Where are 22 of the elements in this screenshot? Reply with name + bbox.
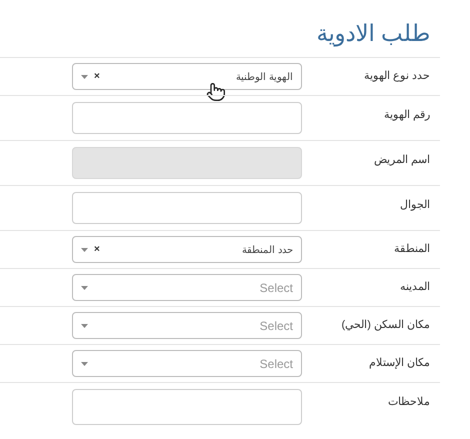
field-label: الجوال (399, 198, 430, 211)
page-title: طلب الادوية (316, 20, 430, 47)
field-label: مكان السكن (الحي) (340, 318, 430, 331)
notes-field[interactable] (72, 389, 302, 425)
clear-icon[interactable]: × (94, 71, 100, 82)
field-label: اسم المريض (372, 153, 430, 166)
select-field[interactable]: حدد المنطقة × (72, 236, 302, 263)
field-label: مكان الإستلام (368, 356, 430, 369)
field-label: حدد نوع الهوية (362, 69, 430, 82)
caret-icon (81, 286, 88, 290)
field-label: رقم الهوية (382, 108, 430, 121)
caret-icon (81, 362, 88, 366)
field-label: المنطقة (393, 242, 430, 255)
text-field[interactable] (72, 102, 302, 134)
field-label: المدينه (399, 280, 430, 293)
clear-icon[interactable]: × (94, 244, 100, 255)
caret-icon (81, 248, 88, 252)
field-label: ملاحظات (387, 395, 430, 408)
caret-icon (81, 74, 88, 78)
select-field[interactable]: الهوية الوطنية × (72, 63, 302, 90)
caret-icon (81, 324, 88, 328)
text-field[interactable] (72, 192, 302, 224)
